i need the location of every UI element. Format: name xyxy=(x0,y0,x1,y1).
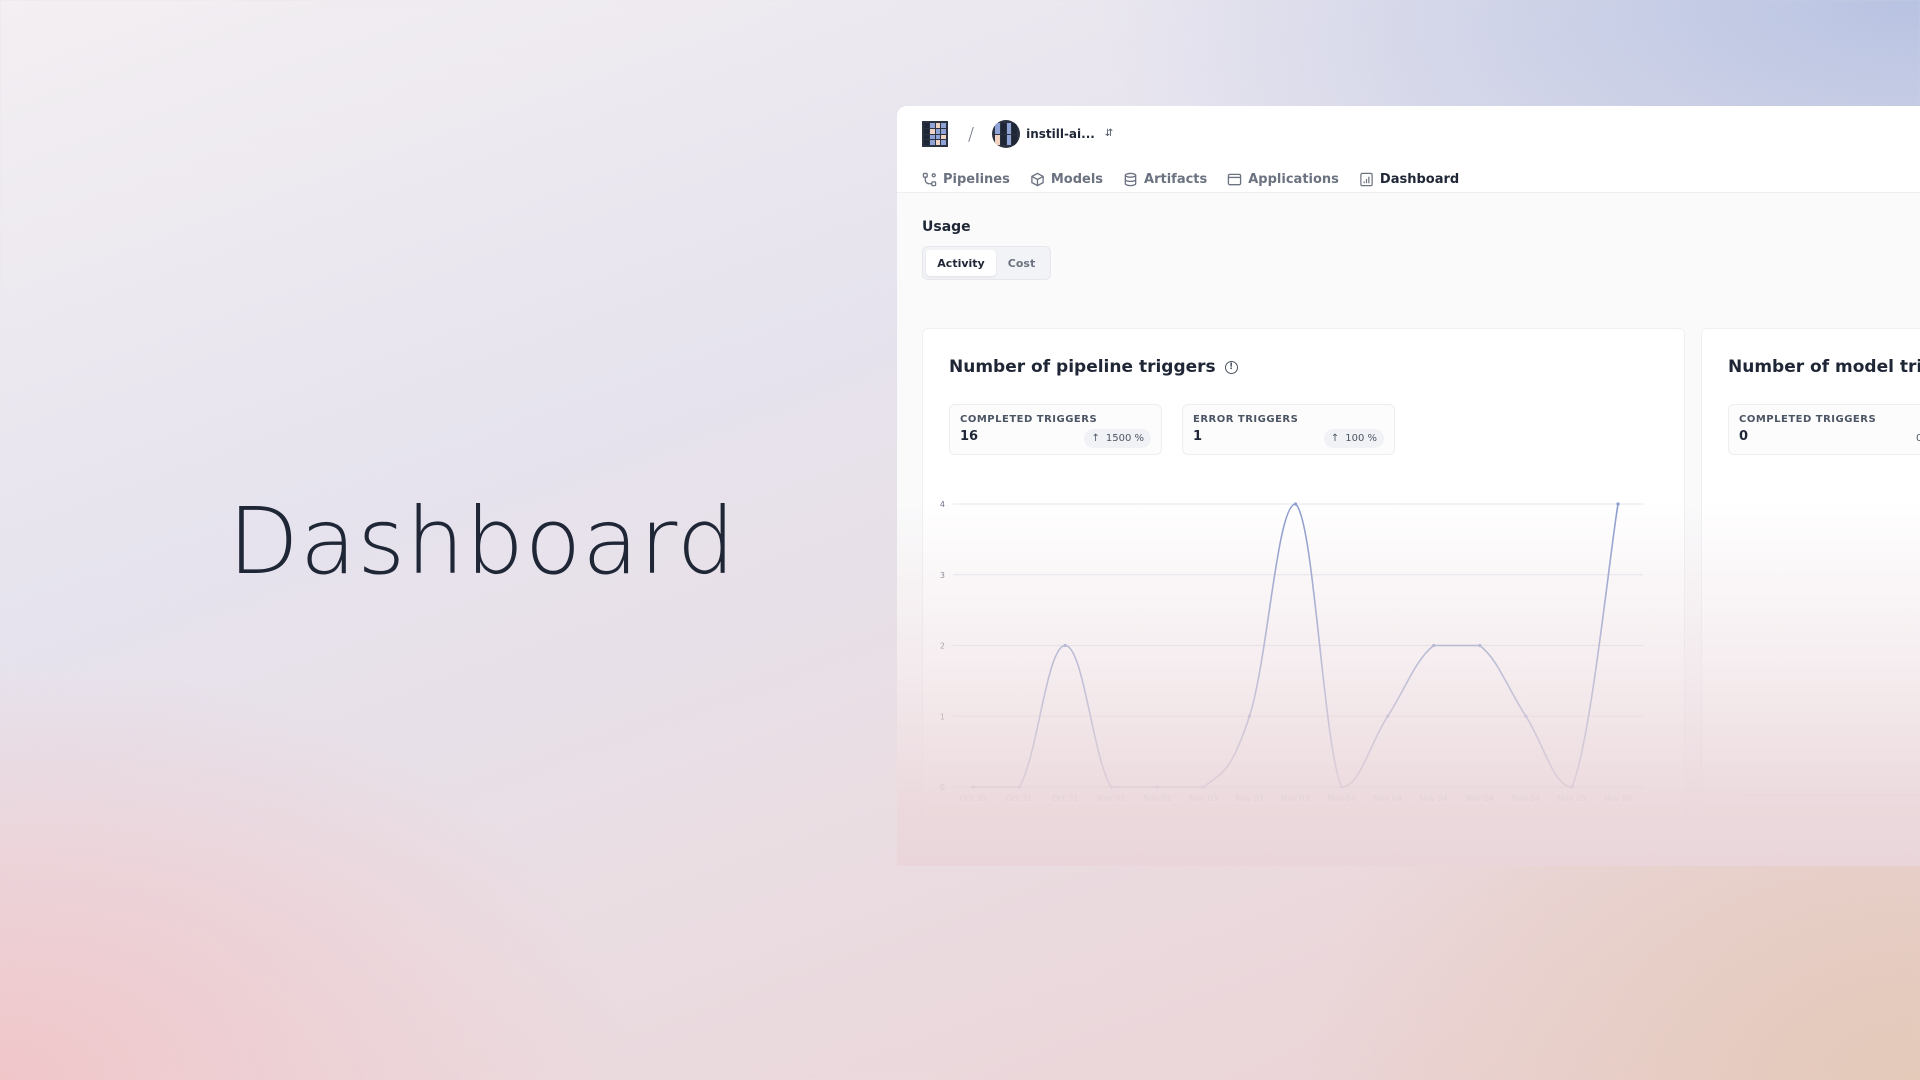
cost-toggle-button[interactable]: Cost xyxy=(996,250,1047,276)
model-card-title: Number of model triggers xyxy=(1728,357,1920,377)
pipeline-triggers-card: Number of pipeline triggers ! COMPLETED … xyxy=(922,328,1685,840)
change-badge: 0 % xyxy=(1909,429,1920,448)
x-tick-label: Oct 31 xyxy=(1006,794,1033,803)
usage-heading: Usage xyxy=(922,219,971,235)
data-point xyxy=(1478,643,1482,648)
x-tick-label: Nov 03 xyxy=(1189,794,1217,803)
x-tick-label: Nov 04 xyxy=(1373,794,1401,803)
data-point xyxy=(1616,502,1620,506)
pipeline-triggers-chart: 0 1 2 3 4 Oct 30 Oct 31 Oct 31 Nov 01 Nov 02 Nov 0… xyxy=(940,500,1643,803)
y-tick-label: 4 xyxy=(940,500,945,509)
model-triggers-card: Number of model triggers COMPLETED TRIGG… xyxy=(1701,328,1920,840)
x-tick-label: Nov 04 xyxy=(1512,794,1540,803)
card-title: Number of model triggers xyxy=(1728,357,1920,377)
y-tick-label: 2 xyxy=(940,642,945,651)
owner-avatar[interactable] xyxy=(992,120,1021,148)
x-tick-label: Nov 03 xyxy=(1235,794,1263,803)
info-icon[interactable]: ! xyxy=(1224,360,1238,374)
change-value: 0 % xyxy=(1915,433,1920,444)
data-point xyxy=(1201,785,1205,789)
y-tick-label: 0 xyxy=(940,783,945,792)
data-point xyxy=(1247,714,1252,718)
stat-value: 1 xyxy=(1193,429,1203,444)
x-tick-label: Oct 30 xyxy=(960,794,987,803)
data-point xyxy=(1063,643,1067,648)
data-point xyxy=(1339,785,1344,789)
breadcrumb-separator: / xyxy=(968,123,975,145)
cube-icon xyxy=(1031,172,1044,186)
model-chart-baseline xyxy=(1742,794,1920,796)
stat-value: 0 xyxy=(1739,429,1749,444)
tab-label: Pipelines xyxy=(943,171,1010,187)
top-bar: / instill-ai... ⇵ xyxy=(922,114,1113,154)
arrow-up-icon: ↑ xyxy=(1091,433,1100,444)
arrow-up-icon: ↑ xyxy=(1330,433,1340,444)
x-tick-label: Nov 01 xyxy=(1097,794,1125,803)
usage-toggle: Activity Cost xyxy=(922,246,1051,280)
pipeline-icon xyxy=(922,172,937,186)
change-badge: ↑ 100 % xyxy=(1323,429,1384,448)
window-icon xyxy=(1228,173,1242,185)
x-tick-label: Nov 06 xyxy=(1604,794,1632,803)
x-tick-label: Nov 04 xyxy=(1466,794,1494,803)
hero-title: Dashboard xyxy=(228,488,737,595)
error-triggers-stat: ERROR TRIGGERS 1 ↑ 100 % xyxy=(1182,404,1395,455)
stat-value: 16 xyxy=(960,429,979,444)
x-tick-label: Nov 02 xyxy=(1143,794,1171,803)
x-tick-label: Oct 31 xyxy=(1052,794,1079,803)
database-icon xyxy=(1124,172,1137,186)
instill-logo-icon[interactable] xyxy=(922,121,948,147)
x-tick-label: Nov 04 xyxy=(1327,794,1355,803)
app-window: / instill-ai... ⇵ Pipelines Models Artif… xyxy=(897,106,1920,866)
y-tick-label: 1 xyxy=(940,712,945,721)
data-point xyxy=(1109,785,1113,789)
data-point xyxy=(1432,643,1436,648)
completed-triggers-stat: COMPLETED TRIGGERS 16 ↑ 1500 % xyxy=(949,404,1162,455)
data-point xyxy=(971,785,975,789)
data-point xyxy=(1293,502,1298,506)
x-tick-label: Nov 05 xyxy=(1558,794,1586,803)
data-point xyxy=(1155,785,1159,789)
y-tick-label: 3 xyxy=(940,571,945,580)
card-title: Number of pipeline triggers ! xyxy=(949,357,1238,377)
stat-label: ERROR TRIGGERS xyxy=(1193,414,1299,425)
tab-label: Dashboard xyxy=(1379,171,1460,187)
bar-chart-icon xyxy=(1360,172,1373,186)
change-value: 1500 % xyxy=(1105,433,1144,444)
x-tick-label: Nov 04 xyxy=(1420,794,1448,803)
tab-label: Artifacts xyxy=(1144,171,1208,187)
chevron-up-down-icon[interactable]: ⇵ xyxy=(1105,129,1113,139)
dashboard-content: Usage Activity Cost Number of pipeline t… xyxy=(897,193,1920,866)
model-completed-triggers-stat: COMPLETED TRIGGERS 0 0 % xyxy=(1728,404,1920,455)
data-point xyxy=(1386,714,1390,718)
stat-label: COMPLETED TRIGGERS xyxy=(960,414,1098,425)
data-point xyxy=(1570,785,1574,789)
tab-label: Applications xyxy=(1248,171,1339,187)
data-point xyxy=(1017,785,1021,789)
tab-label: Models xyxy=(1050,171,1104,187)
change-value: 100 % xyxy=(1345,433,1377,444)
stat-label: COMPLETED TRIGGERS xyxy=(1739,414,1877,425)
owner-name[interactable]: instill-ai... xyxy=(1026,127,1095,141)
activity-toggle-button[interactable]: Activity xyxy=(926,250,996,276)
change-badge: ↑ 1500 % xyxy=(1084,429,1151,448)
data-point xyxy=(1524,714,1528,718)
x-tick-label: Nov 03 xyxy=(1281,794,1309,803)
pipeline-card-title: Number of pipeline triggers xyxy=(949,357,1216,377)
